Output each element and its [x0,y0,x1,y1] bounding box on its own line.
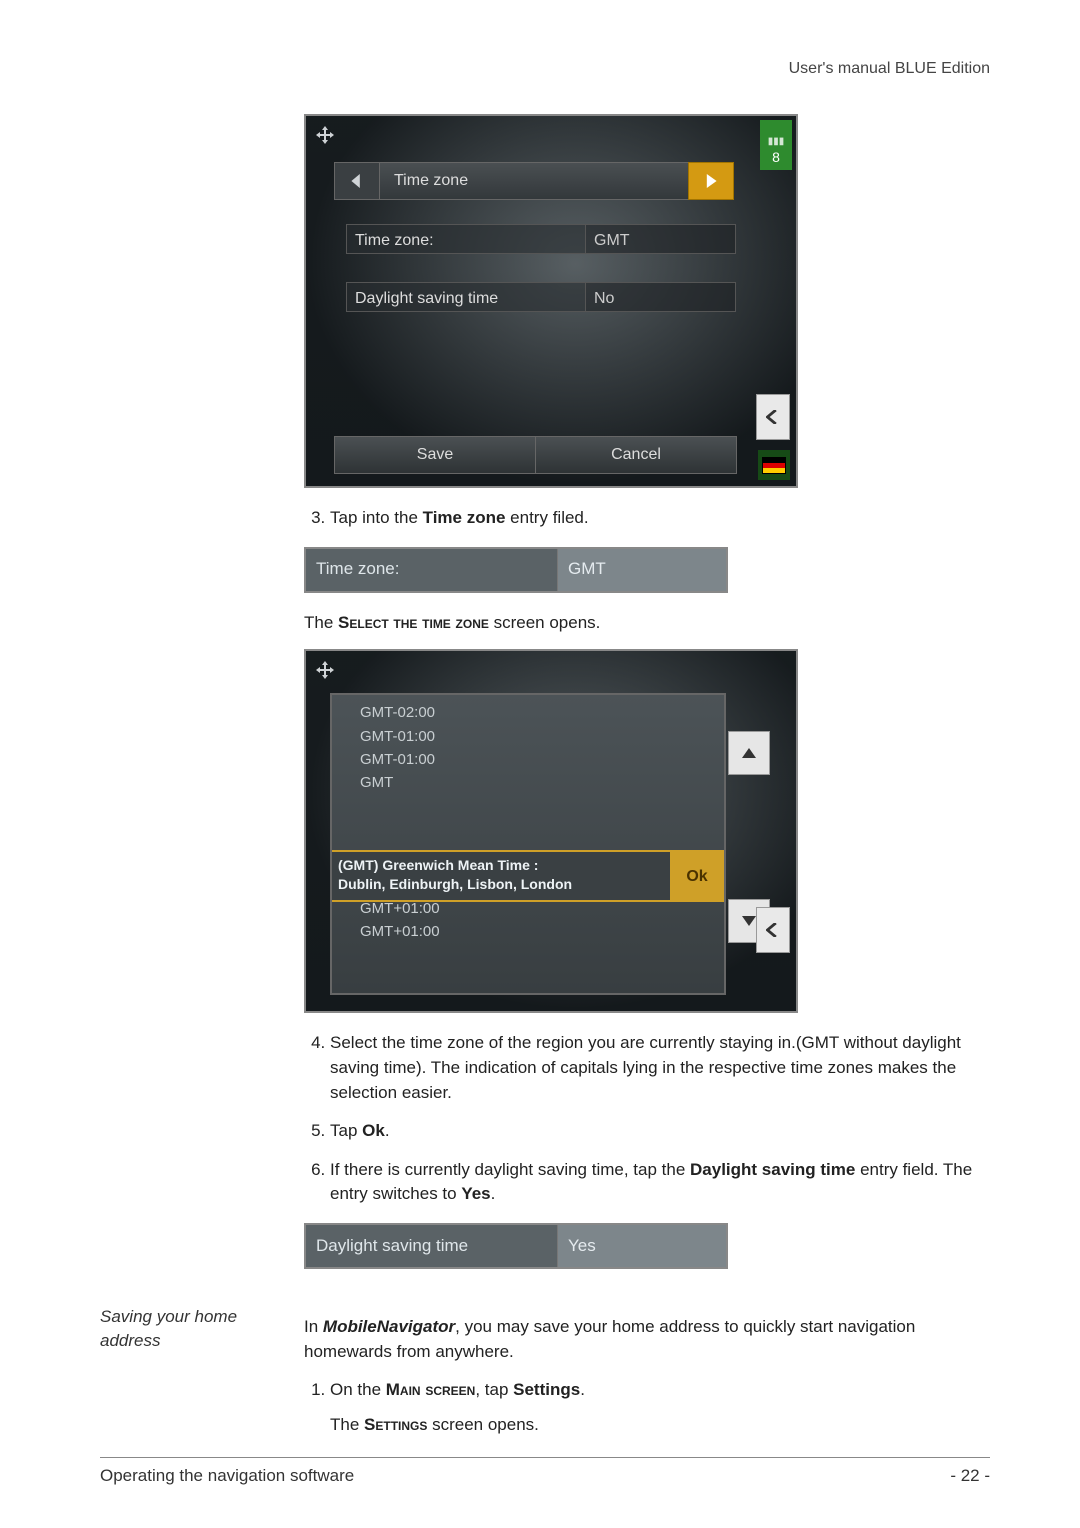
list-item[interactable]: GMT [360,771,714,794]
side-back-button[interactable] [756,907,790,953]
list-item[interactable]: GMT-01:00 [360,725,714,748]
dst-row[interactable]: Daylight saving time No [346,282,736,312]
strip-dst-value: Yes [558,1225,726,1267]
scroll-up-button[interactable] [728,731,770,775]
list-item[interactable]: GMT+01:00 [360,920,714,943]
header-manual-title: User's manual BLUE Edition [100,60,990,78]
footer-page-number: - 22 - [950,1466,990,1486]
list-item[interactable]: GMT-02:00 [360,701,714,724]
move-icon [310,120,340,150]
screenshot-timezone-field: Time zone: GMT [304,547,728,593]
section2-intro: In MobileNavigator, you may save your ho… [304,1315,990,1364]
step-6: If there is currently daylight saving ti… [330,1158,990,1207]
step-3: Tap into the Time zone entry filed. [330,506,990,531]
move-icon [310,655,340,685]
footer-left: Operating the navigation software [100,1466,354,1486]
timezone-row[interactable]: Time zone: GMT [346,224,736,254]
screenshot-dst-field: Daylight saving time Yes [304,1223,728,1269]
dst-value: No [586,282,736,312]
screenshot-timezone-settings: ▮▮▮ 8 Time zone Time zone: [304,114,798,488]
next-button[interactable] [688,162,734,200]
strip-timezone-label: Time zone: [306,549,558,591]
margin-heading-saving-home: Saving your home address [100,1305,280,1454]
tz-list-above[interactable]: GMT-02:00 GMT-01:00 GMT-01:00 GMT [332,695,724,794]
screen-title: Time zone [380,162,688,200]
side-back-button[interactable] [756,394,790,440]
tz-selected-line2: Dublin, Edinburgh, Lisbon, London [338,875,664,894]
save-button[interactable]: Save [334,436,536,474]
dst-label: Daylight saving time [346,282,586,312]
step-5: Tap Ok. [330,1119,990,1144]
gps-sat-count: 8 [772,147,780,167]
section2-step-1: On the Main screen, tap Settings. The Se… [330,1378,990,1437]
timezone-value: GMT [586,224,736,254]
after-strip1-text: The Select the time zone screen opens. [304,611,990,636]
strip-timezone-value: GMT [558,549,726,591]
prev-button[interactable] [334,162,380,200]
flag-icon [758,450,790,480]
screenshot-select-timezone: GMT-02:00 GMT-01:00 GMT-01:00 GMT (GMT) … [304,649,798,1013]
cancel-button[interactable]: Cancel [536,436,737,474]
strip-dst-label: Daylight saving time [306,1225,558,1267]
tz-selected-row[interactable]: (GMT) Greenwich Mean Time : Dublin, Edin… [332,850,724,902]
gps-status-icon: ▮▮▮ 8 [760,120,792,170]
list-item[interactable]: GMT-01:00 [360,748,714,771]
tz-selected-line1: (GMT) Greenwich Mean Time : [338,856,664,875]
ok-button[interactable]: Ok [670,852,724,900]
timezone-label: Time zone: [346,224,586,254]
step-4: Select the time zone of the region you a… [330,1031,990,1105]
